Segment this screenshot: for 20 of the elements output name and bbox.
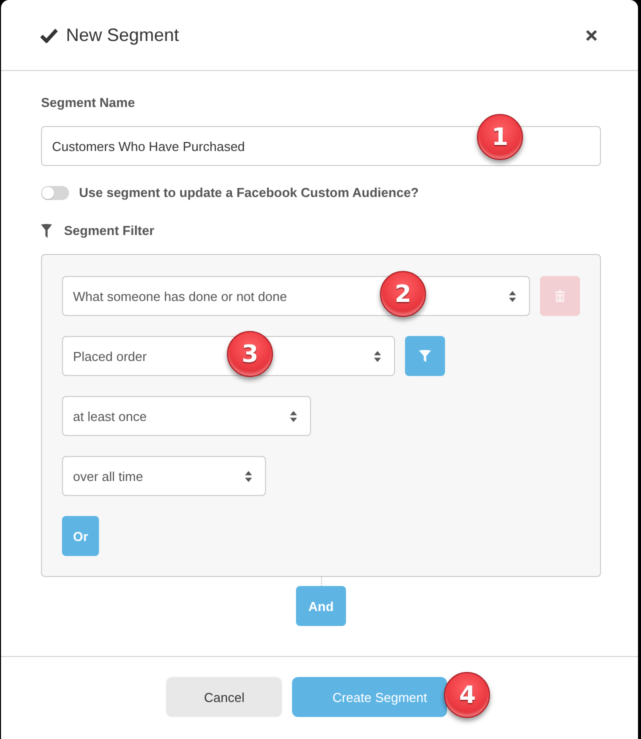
cancel-button[interactable]: Cancel xyxy=(166,677,282,717)
sort-arrows-icon xyxy=(290,410,297,422)
sort-arrows-icon xyxy=(509,290,516,302)
filter-button[interactable] xyxy=(405,336,445,376)
step-number-marker: 1 xyxy=(477,114,523,160)
checkmark-icon xyxy=(40,28,58,42)
sort-arrows-icon xyxy=(374,350,381,362)
dialog-title: New Segment xyxy=(66,24,180,46)
dropdown-select[interactable]: over all time xyxy=(62,456,266,496)
section-heading: Segment Filter xyxy=(64,223,154,239)
dropdown-select[interactable]: at least once xyxy=(62,396,311,436)
toggle-label: Use segment to update a Facebook Custom Audience? xyxy=(79,185,419,201)
funnel-icon xyxy=(41,224,52,238)
sort-arrows-icon xyxy=(245,470,252,482)
field-label: Segment Name xyxy=(41,95,135,111)
step-number-marker: 4 xyxy=(444,672,490,718)
toggle-switch[interactable] xyxy=(41,186,69,200)
funnel-icon xyxy=(419,350,431,362)
close-icon[interactable] xyxy=(586,30,597,40)
trash-icon xyxy=(555,290,565,302)
